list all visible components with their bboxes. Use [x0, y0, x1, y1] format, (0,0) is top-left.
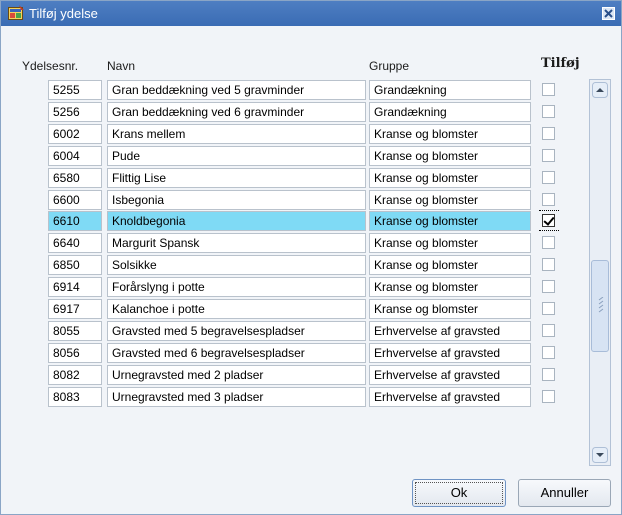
- navn-field[interactable]: Urnegravsted med 2 pladser: [107, 365, 366, 385]
- gruppe-field[interactable]: Kranse og blomster: [369, 146, 531, 166]
- tilfoj-checkbox[interactable]: [542, 302, 555, 315]
- ydelsesnr-field[interactable]: 6917: [48, 299, 102, 319]
- table-row[interactable]: 6004 Pude Kranse og blomster: [1, 146, 601, 166]
- ydelsesnr-field[interactable]: 6600: [48, 190, 102, 210]
- navn-field[interactable]: Flittig Lise: [107, 168, 366, 188]
- table-row[interactable]: 6917 Kalanchoe i potte Kranse og blomster: [1, 299, 601, 319]
- table-row[interactable]: 5256 Gran beddækning ved 6 gravminder Gran…: [1, 102, 601, 122]
- ydelsesnr-field[interactable]: 8055: [48, 321, 102, 341]
- navn-field[interactable]: Kalanchoe i potte: [107, 299, 366, 319]
- navn-field[interactable]: Gran beddækning ved 6 gravminder: [107, 102, 366, 122]
- column-header-gruppe: Gruppe: [369, 59, 410, 73]
- navn-field[interactable]: Margurit Spansk: [107, 233, 366, 253]
- table-row[interactable]: 8083 Urnegravsted med 3 pladser Erhvervels…: [1, 387, 601, 407]
- ydelsesnr-field[interactable]: 6580: [48, 168, 102, 188]
- gruppe-field[interactable]: Erhvervelse af gravsted: [369, 321, 531, 341]
- cancel-button[interactable]: Annuller: [518, 479, 611, 507]
- ydelsesnr-field[interactable]: 5255: [48, 80, 102, 100]
- ydelsesnr-field[interactable]: 6640: [48, 233, 102, 253]
- table-row[interactable]: 8056 Gravsted med 6 begravelsespladser Erh…: [1, 343, 601, 363]
- navn-field[interactable]: Isbegonia: [107, 190, 366, 210]
- table-row[interactable]: 8055 Gravsted med 5 begravelsespladser Erh…: [1, 321, 601, 341]
- table-row[interactable]: 6580 Flittig Lise Kranse og blomster: [1, 168, 601, 188]
- navn-field[interactable]: Krans mellem: [107, 124, 366, 144]
- gruppe-field[interactable]: Grandækning: [369, 80, 531, 100]
- column-header-tilfoj: Tilføj: [541, 56, 580, 71]
- tilfoj-checkbox[interactable]: [542, 258, 555, 271]
- scroll-down-icon[interactable]: [592, 447, 608, 463]
- tilfoj-checkbox[interactable]: [542, 214, 555, 227]
- window-title: Tilføj ydelse: [29, 6, 98, 21]
- ydelsesnr-field[interactable]: 6002: [48, 124, 102, 144]
- table-row[interactable]: 6914 Forårslyng i potte Kranse og blomster: [1, 277, 601, 297]
- tilfoj-checkbox[interactable]: [542, 127, 555, 140]
- scrollbar-thumb[interactable]: [591, 260, 609, 352]
- ydelsesnr-field[interactable]: 5256: [48, 102, 102, 122]
- title-bar[interactable]: Tilføj ydelse: [1, 1, 621, 26]
- ydelsesnr-field[interactable]: 8056: [48, 343, 102, 363]
- gruppe-field[interactable]: Kranse og blomster: [369, 255, 531, 275]
- app-window-icon: [8, 5, 25, 21]
- vertical-scrollbar[interactable]: [589, 79, 611, 466]
- table-row[interactable]: 6002 Krans mellem Kranse og blomster: [1, 124, 601, 144]
- ydelsesnr-field[interactable]: 6850: [48, 255, 102, 275]
- ydelsesnr-field[interactable]: 8083: [48, 387, 102, 407]
- table-row[interactable]: 8082 Urnegravsted med 2 pladser Erhvervels…: [1, 365, 601, 385]
- navn-field[interactable]: Gravsted med 6 begravelsespladser: [107, 343, 366, 363]
- scroll-up-icon[interactable]: [592, 82, 608, 98]
- gruppe-field[interactable]: Kranse og blomster: [369, 168, 531, 188]
- navn-field[interactable]: Gravsted med 5 begravelsespladser: [107, 321, 366, 341]
- ok-button-label: Ok: [415, 482, 503, 504]
- ok-button[interactable]: Ok: [412, 479, 506, 507]
- ydelsesnr-field[interactable]: 8082: [48, 365, 102, 385]
- tilfoj-checkbox[interactable]: [542, 390, 555, 403]
- tilfoj-checkbox[interactable]: [542, 105, 555, 118]
- column-header-navn: Navn: [107, 59, 136, 73]
- close-button[interactable]: [602, 7, 615, 20]
- navn-field[interactable]: Pude: [107, 146, 366, 166]
- gruppe-field[interactable]: Kranse og blomster: [369, 299, 531, 319]
- ydelsesnr-field[interactable]: 6004: [48, 146, 102, 166]
- gruppe-field[interactable]: Erhvervelse af gravsted: [369, 387, 531, 407]
- tilfoj-checkbox[interactable]: [542, 83, 555, 96]
- gruppe-field[interactable]: Kranse og blomster: [369, 233, 531, 253]
- table-row[interactable]: 6850 Solsikke Kranse og blomster: [1, 255, 601, 275]
- navn-field[interactable]: Forårslyng i potte: [107, 277, 366, 297]
- gruppe-field[interactable]: Kranse og blomster: [369, 211, 531, 231]
- ydelsesnr-field[interactable]: 6610: [48, 211, 102, 231]
- tilfoj-checkbox[interactable]: [542, 171, 555, 184]
- navn-field[interactable]: Solsikke: [107, 255, 366, 275]
- close-icon: [604, 9, 613, 18]
- tilfoj-checkbox[interactable]: [542, 324, 555, 337]
- dialog-window: Tilføj ydelse Ydelsesnr. Navn Gruppe Til…: [0, 0, 622, 515]
- table-row[interactable]: 5255 Gran beddækning ved 5 gravminder Gran…: [1, 80, 601, 100]
- focus-indicator: [539, 230, 559, 231]
- gruppe-field[interactable]: Kranse og blomster: [369, 277, 531, 297]
- tilfoj-checkbox[interactable]: [542, 280, 555, 293]
- focus-indicator: [539, 210, 559, 211]
- table-row[interactable]: 6610 Knoldbegonia Kranse og blomster: [1, 210, 601, 231]
- tilfoj-checkbox[interactable]: [542, 368, 555, 381]
- navn-field[interactable]: Gran beddækning ved 5 gravminder: [107, 80, 366, 100]
- gruppe-field[interactable]: Kranse og blomster: [369, 124, 531, 144]
- table-row[interactable]: 6640 Margurit Spansk Kranse og blomster: [1, 233, 601, 253]
- navn-field[interactable]: Urnegravsted med 3 pladser: [107, 387, 366, 407]
- navn-field[interactable]: Knoldbegonia: [107, 211, 366, 231]
- table-row[interactable]: 6600 Isbegonia Kranse og blomster: [1, 190, 601, 210]
- ydelsesnr-field[interactable]: 6914: [48, 277, 102, 297]
- gruppe-field[interactable]: Kranse og blomster: [369, 190, 531, 210]
- gruppe-field[interactable]: Grandækning: [369, 102, 531, 122]
- gruppe-field[interactable]: Erhvervelse af gravsted: [369, 365, 531, 385]
- column-header-ydelsesnr: Ydelsesnr.: [22, 59, 79, 73]
- tilfoj-checkbox[interactable]: [542, 149, 555, 162]
- grip-icon: [598, 297, 604, 313]
- tilfoj-checkbox[interactable]: [542, 236, 555, 249]
- tilfoj-checkbox[interactable]: [542, 193, 555, 206]
- tilfoj-checkbox[interactable]: [542, 346, 555, 359]
- gruppe-field[interactable]: Erhvervelse af gravsted: [369, 343, 531, 363]
